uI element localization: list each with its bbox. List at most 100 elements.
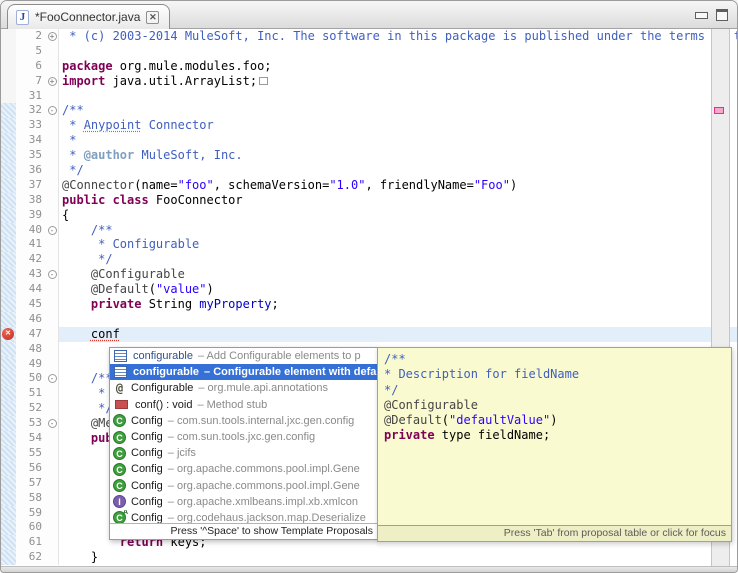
marker-bar[interactable] <box>1 342 16 357</box>
expand-icon[interactable]: + <box>48 77 57 86</box>
code-line[interactable]: 32-/** <box>1 103 737 118</box>
completion-item[interactable]: CAConfig– org.codehaus.jackson.map.Deser… <box>110 510 377 523</box>
marker-bar[interactable] <box>1 416 16 431</box>
marker-bar[interactable] <box>1 520 16 535</box>
marker-bar[interactable] <box>1 386 16 401</box>
code-line[interactable]: 41 * Configurable <box>1 237 737 252</box>
completion-item[interactable]: CConfig– org.apache.commons.pool.impl.Ge… <box>110 461 377 477</box>
editor-tab[interactable]: J *FooConnector.java ✕ <box>7 4 170 29</box>
code-text[interactable] <box>59 89 737 104</box>
code-line[interactable]: 34 * <box>1 133 737 148</box>
collapsed-code-icon[interactable] <box>259 77 268 85</box>
completion-item[interactable]: CConfig– jcifs <box>110 445 377 461</box>
code-line[interactable]: 37@Connector(name="foo", schemaVersion="… <box>1 178 737 193</box>
code-line[interactable]: 44 @Default("value") <box>1 282 737 297</box>
code-text[interactable]: public class FooConnector <box>59 193 737 208</box>
code-text[interactable] <box>59 44 737 59</box>
code-line[interactable]: 6package org.mule.modules.foo; <box>1 59 737 74</box>
marker-bar[interactable] <box>1 371 16 386</box>
completion-item[interactable]: CConfig– org.apache.commons.pool.impl.Ge… <box>110 478 377 494</box>
completion-item[interactable]: CConfig– com.sun.tools.internal.jxc.gen.… <box>110 413 377 429</box>
code-line[interactable]: 35 * @author MuleSoft, Inc. <box>1 148 737 163</box>
marker-bar[interactable] <box>1 178 16 193</box>
code-line[interactable]: 43- @Configurable <box>1 267 737 282</box>
error-icon[interactable]: ✕ <box>2 328 14 340</box>
code-text[interactable]: conf <box>59 327 737 342</box>
marker-bar[interactable] <box>1 312 16 327</box>
marker-bar[interactable] <box>1 89 16 104</box>
marker-bar[interactable] <box>1 163 16 178</box>
marker-bar[interactable] <box>1 401 16 416</box>
completion-item[interactable]: @Configurable– org.mule.api.annotations <box>110 380 377 396</box>
code-line[interactable]: 7+import java.util.ArrayList; <box>1 74 737 89</box>
proposal-list[interactable]: configurable– Add Configurable elements … <box>110 348 377 523</box>
code-text[interactable]: import java.util.ArrayList; <box>59 74 737 89</box>
code-line[interactable]: 40- /** <box>1 223 737 238</box>
completion-item[interactable]: conf() : void– Method stub <box>110 397 377 413</box>
completion-item[interactable]: configurable– Add Configurable elements … <box>110 348 377 364</box>
marker-bar[interactable] <box>1 267 16 282</box>
completion-item[interactable]: CConfig– com.sun.tools.jxc.gen.config <box>110 429 377 445</box>
marker-bar[interactable] <box>1 506 16 521</box>
code-line[interactable]: 62 } <box>1 550 737 565</box>
marker-bar[interactable] <box>1 103 16 118</box>
code-text[interactable]: */ <box>59 252 737 267</box>
collapse-icon[interactable]: - <box>48 226 57 235</box>
code-text[interactable]: /** <box>59 223 737 238</box>
code-text[interactable]: * Configurable <box>59 237 737 252</box>
code-text[interactable]: * Anypoint Connector <box>59 118 737 133</box>
marker-bar[interactable] <box>1 133 16 148</box>
code-line[interactable]: 33 * Anypoint Connector <box>1 118 737 133</box>
marker-bar[interactable] <box>1 297 16 312</box>
code-text[interactable]: { <box>59 208 737 223</box>
marker-bar[interactable] <box>1 461 16 476</box>
marker-bar[interactable] <box>1 74 16 89</box>
code-text[interactable]: @Configurable <box>59 267 737 282</box>
collapse-icon[interactable]: - <box>48 106 57 115</box>
code-line[interactable]: 5 <box>1 44 737 59</box>
marker-bar[interactable] <box>1 535 16 550</box>
completion-item[interactable]: configurable– Configurable element with … <box>110 364 377 380</box>
marker-bar[interactable] <box>1 193 16 208</box>
code-line[interactable]: ✕47 conf <box>1 327 737 342</box>
overview-marker[interactable] <box>714 107 724 114</box>
close-icon[interactable]: ✕ <box>146 11 159 24</box>
marker-bar[interactable] <box>1 237 16 252</box>
minimize-icon[interactable] <box>695 12 708 19</box>
marker-bar[interactable] <box>1 491 16 506</box>
code-text[interactable]: } <box>59 550 737 565</box>
code-text[interactable]: * @author MuleSoft, Inc. <box>59 148 737 163</box>
code-text[interactable]: private String myProperty; <box>59 297 737 312</box>
marker-bar[interactable] <box>1 44 16 59</box>
code-text[interactable]: /** <box>59 103 737 118</box>
marker-bar[interactable] <box>1 29 16 44</box>
maximize-icon[interactable] <box>716 9 728 21</box>
code-line[interactable]: 46 <box>1 312 737 327</box>
code-text[interactable]: @Connector(name="foo", schemaVersion="1.… <box>59 178 737 193</box>
code-line[interactable]: 2+ * (c) 2003-2014 MuleSoft, Inc. The so… <box>1 29 737 44</box>
collapse-icon[interactable]: - <box>48 374 57 383</box>
code-line[interactable]: 38public class FooConnector <box>1 193 737 208</box>
code-line[interactable]: 31 <box>1 89 737 104</box>
marker-bar[interactable] <box>1 282 16 297</box>
marker-bar[interactable] <box>1 223 16 238</box>
marker-bar[interactable] <box>1 431 16 446</box>
marker-bar[interactable] <box>1 118 16 133</box>
marker-bar[interactable] <box>1 357 16 372</box>
collapse-icon[interactable]: - <box>48 419 57 428</box>
code-line[interactable]: 45 private String myProperty; <box>1 297 737 312</box>
code-line[interactable]: 39{ <box>1 208 737 223</box>
marker-bar[interactable] <box>1 252 16 267</box>
marker-bar[interactable]: ✕ <box>1 327 16 342</box>
code-text[interactable]: */ <box>59 163 737 178</box>
code-text[interactable]: * <box>59 133 737 148</box>
collapse-icon[interactable]: - <box>48 270 57 279</box>
completion-item[interactable]: IConfig– org.apache.xmlbeans.impl.xb.xml… <box>110 494 377 510</box>
expand-icon[interactable]: + <box>48 32 57 41</box>
code-text[interactable]: * (c) 2003-2014 MuleSoft, Inc. The softw… <box>59 29 737 44</box>
code-line[interactable]: 42 */ <box>1 252 737 267</box>
code-text[interactable]: package org.mule.modules.foo; <box>59 59 737 74</box>
code-text[interactable] <box>59 312 737 327</box>
marker-bar[interactable] <box>1 446 16 461</box>
marker-bar[interactable] <box>1 550 16 565</box>
